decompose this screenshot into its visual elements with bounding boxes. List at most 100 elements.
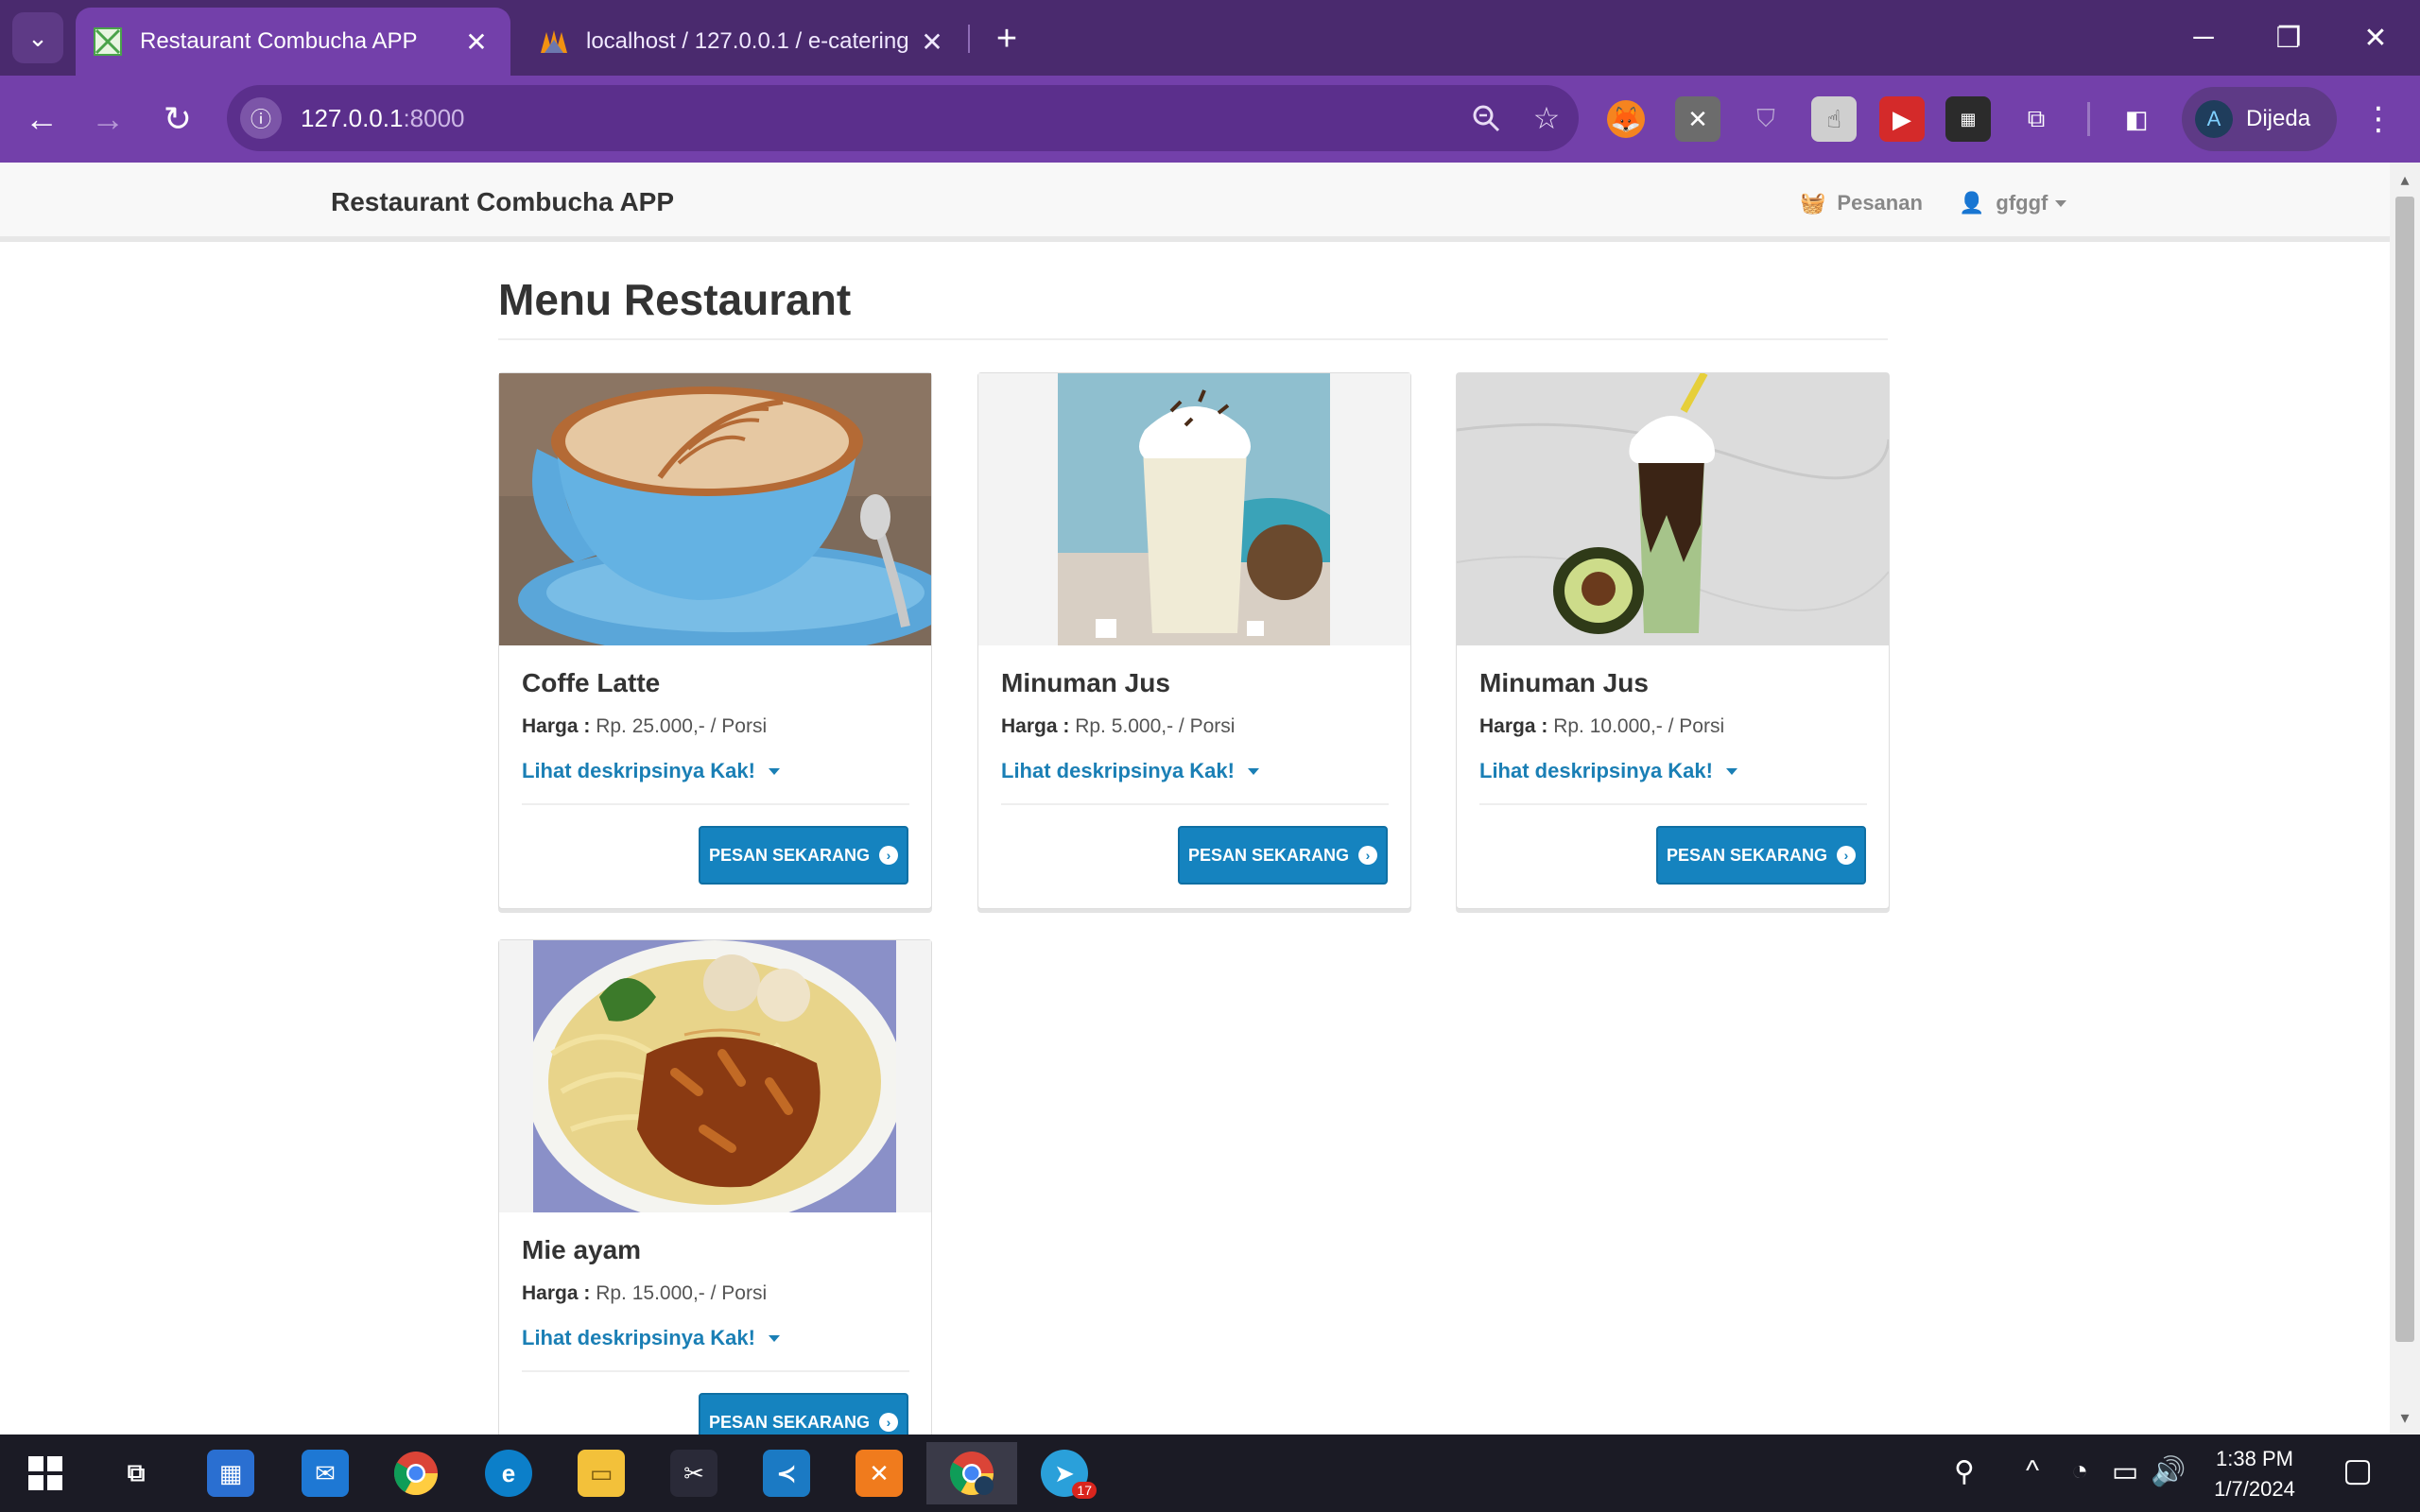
reload-icon[interactable]: ↻ <box>149 91 206 147</box>
close-window-icon[interactable]: ✕ <box>2342 9 2409 66</box>
clock-date: 1/7/2024 <box>2214 1477 2295 1501</box>
clock-time: 1:38 PM <box>2216 1447 2293 1470</box>
card-divider <box>1479 803 1867 805</box>
system-clock[interactable]: 1:38 PM 1/7/2024 <box>2203 1444 2307 1504</box>
scroll-thumb[interactable] <box>2395 197 2414 1342</box>
avatar: A <box>2195 100 2233 138</box>
minimize-icon[interactable]: ─ <box>2170 9 2237 66</box>
profile-name: Dijeda <box>2246 106 2311 131</box>
nav-user-label: gfggf <box>1996 191 2048 215</box>
close-tab-icon[interactable]: ✕ <box>459 26 493 58</box>
taskbar-snipping[interactable]: ✂ <box>648 1442 739 1504</box>
taskbar-chrome[interactable] <box>371 1442 461 1504</box>
phpmyadmin-favicon-icon <box>541 30 567 53</box>
chrome-profile-icon <box>949 1452 994 1495</box>
order-button-label: PESAN SEKARANG <box>1666 845 1828 865</box>
people-icon[interactable]: ⚲ <box>1944 1455 1985 1488</box>
card-divider <box>522 1370 909 1372</box>
latte-image <box>499 373 931 645</box>
nav-orders-link[interactable]: 🧺 Pesanan <box>1800 191 1923 215</box>
bookmark-star-icon[interactable]: ☆ <box>1518 90 1575 146</box>
network-icon[interactable]: ◔ <box>2059 1455 2100 1487</box>
taskbar-edge[interactable]: e <box>463 1442 554 1504</box>
mie-ayam-image <box>533 940 896 1212</box>
order-now-button[interactable]: PESAN SEKARANG › <box>1178 826 1388 885</box>
mie-ayam-image <box>499 940 931 1212</box>
chevron-right-icon: › <box>1837 846 1857 865</box>
color-extension-icon[interactable]: ▦ <box>1945 96 1991 142</box>
basket-icon: 🧺 <box>1800 191 1826 215</box>
tab-divider <box>968 25 970 53</box>
price-value: Rp. 25.000,- / Porsi <box>596 715 768 737</box>
close-tab-icon[interactable]: ✕ <box>915 26 949 58</box>
order-button-label: PESAN SEKARANG <box>708 845 871 865</box>
heading-divider <box>498 338 1888 340</box>
nav-user-dropdown[interactable]: 👤 gfggf <box>1959 191 2067 215</box>
taskbar-chrome-profile[interactable] <box>926 1442 1017 1504</box>
taskbar-mail[interactable]: ✉ <box>280 1442 371 1504</box>
order-now-button[interactable]: PESAN SEKARANG › <box>699 1393 908 1435</box>
order-now-button[interactable]: PESAN SEKARANG › <box>699 826 908 885</box>
item-name: Minuman Jus <box>1479 668 1649 697</box>
tab-search-button[interactable]: ⌄ <box>12 12 63 63</box>
order-now-button[interactable]: PESAN SEKARANG › <box>1656 826 1866 885</box>
page-title: Menu Restaurant <box>498 275 852 324</box>
start-button[interactable] <box>0 1442 91 1504</box>
latte-image <box>499 373 931 645</box>
page-viewport: Restaurant Combucha APP 🧺 Pesanan 👤 gfgg… <box>0 163 2390 1435</box>
description-toggle-label: Lihat deskripsinya Kak! <box>1001 759 1235 782</box>
tab-phpmyadmin[interactable]: localhost / 127.0.0.1 / e-catering ✕ <box>522 8 966 76</box>
notification-badge: 17 <box>1072 1482 1097 1499</box>
touch-extension-icon[interactable]: ☝ <box>1811 96 1857 142</box>
description-toggle-label: Lihat deskripsinya Kak! <box>522 759 755 782</box>
price-value: Rp. 10.000,- / Porsi <box>1553 715 1725 737</box>
show-hidden-icons-icon[interactable]: ^ <box>2012 1455 2053 1487</box>
url-text[interactable]: 127.0.0.1:8000 <box>301 104 1458 133</box>
price-label: Harga : <box>1479 715 1548 737</box>
volume-icon[interactable]: 🔊 <box>2148 1455 2189 1488</box>
taskbar-xampp[interactable]: ✕ <box>834 1442 925 1504</box>
taskbar-file-explorer[interactable]: ▭ <box>556 1442 647 1504</box>
back-icon[interactable]: ← <box>13 91 70 147</box>
chrome-icon <box>393 1452 438 1495</box>
card-divider <box>1001 803 1389 805</box>
page-scrollbar[interactable]: ▴ ▾ <box>2390 163 2420 1435</box>
avocado-shake-image <box>1457 373 1889 645</box>
new-tab-icon[interactable]: + <box>983 15 1030 62</box>
taskbar-vscode[interactable]: ≺ <box>741 1442 832 1504</box>
more-menu-icon[interactable]: ⋮ <box>2352 91 2405 147</box>
tab-title: Restaurant Combucha APP <box>140 28 418 54</box>
taskbar-store[interactable]: ▦ <box>185 1442 276 1504</box>
extension-icon[interactable]: ✕ <box>1675 96 1720 142</box>
shield-extension-icon[interactable]: ⛉ <box>1743 96 1789 142</box>
action-center-icon[interactable]: ▢ <box>2335 1452 2380 1495</box>
item-name: Mie ayam <box>522 1235 642 1264</box>
media-extension-icon[interactable]: ▶ <box>1879 96 1925 142</box>
description-toggle[interactable]: Lihat deskripsinya Kak! <box>1479 759 1737 783</box>
scroll-up-arrow-icon[interactable]: ▴ <box>2390 170 2420 189</box>
extensions-puzzle-icon[interactable]: ⧉ <box>2014 96 2059 142</box>
profile-button[interactable]: A Dijeda <box>2182 87 2337 151</box>
site-info-icon[interactable]: ⓘ <box>240 97 282 139</box>
caret-down-icon <box>1725 767 1737 775</box>
description-toggle-label: Lihat deskripsinya Kak! <box>522 1326 755 1349</box>
folder-icon: ▭ <box>578 1450 625 1497</box>
navbar-brand[interactable]: Restaurant Combucha APP <box>331 187 674 217</box>
taskbar-telegram[interactable]: ➤ 17 <box>1019 1442 1110 1504</box>
menu-card: Coffe Latte Harga : Rp. 25.000,- / Porsi… <box>498 372 932 909</box>
description-toggle[interactable]: Lihat deskripsinya Kak! <box>522 759 780 783</box>
battery-icon[interactable]: ▭ <box>2104 1455 2146 1488</box>
toolbar-separator <box>2087 102 2090 136</box>
description-toggle[interactable]: Lihat deskripsinya Kak! <box>522 1326 780 1350</box>
side-panel-icon[interactable]: ◧ <box>2114 96 2159 142</box>
description-toggle[interactable]: Lihat deskripsinya Kak! <box>1001 759 1259 783</box>
restore-icon[interactable]: ❐ <box>2256 9 2322 66</box>
address-bar[interactable]: ⓘ 127.0.0.1:8000 ☆ <box>227 85 1579 151</box>
scroll-down-arrow-icon[interactable]: ▾ <box>2390 1408 2420 1427</box>
forward-icon[interactable]: → <box>79 91 136 147</box>
task-view-button[interactable]: ⧉ <box>91 1442 182 1504</box>
menu-card: Minuman Jus Harga : Rp. 5.000,- / Porsi … <box>977 372 1411 909</box>
tab-restaurant-app[interactable]: Restaurant Combucha APP ✕ <box>76 8 510 76</box>
zoom-icon[interactable] <box>1458 90 1514 146</box>
metamask-extension-icon[interactable]: 🦊 <box>1607 100 1645 138</box>
